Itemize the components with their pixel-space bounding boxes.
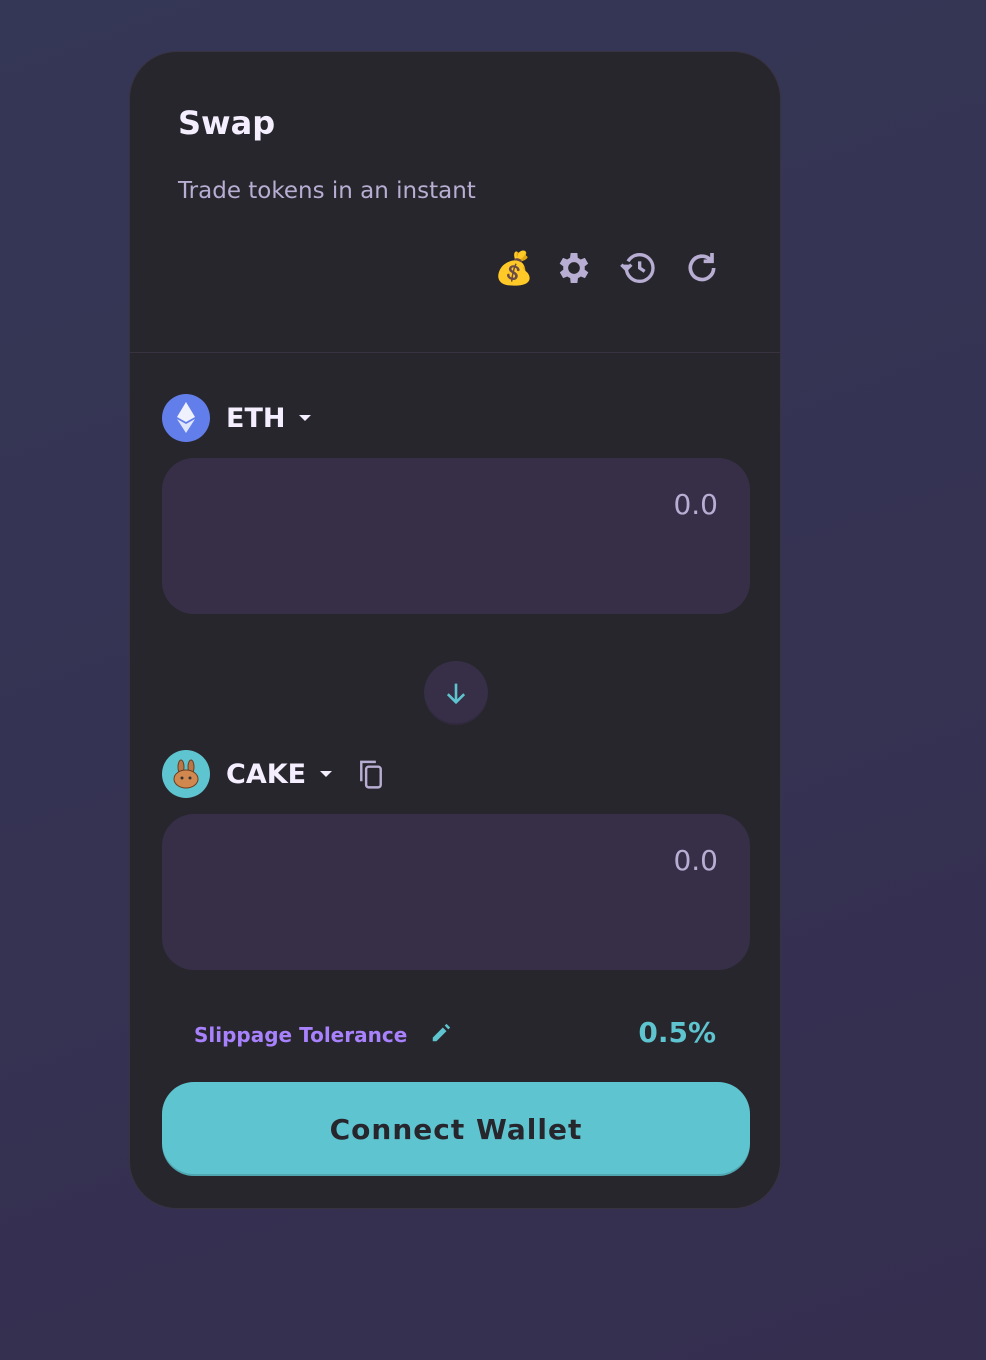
page-title: Swap	[178, 104, 276, 142]
pencil-icon	[432, 1023, 451, 1042]
arrow-down-icon	[446, 683, 466, 705]
chevron-down-icon	[299, 415, 312, 421]
switch-direction-button[interactable]	[424, 661, 488, 725]
refresh-icon[interactable]	[682, 248, 722, 288]
from-amount-input[interactable]: 0.0	[162, 458, 750, 614]
to-amount-input[interactable]: 0.0	[162, 814, 750, 970]
from-token-symbol: ETH	[226, 402, 286, 434]
from-amount-placeholder: 0.0	[673, 488, 718, 521]
slippage-label: Slippage Tolerance	[194, 1023, 408, 1047]
swap-card: Swap Trade tokens in an instant 💰 ETH 0.…	[129, 51, 781, 1209]
from-token-select[interactable]: ETH	[162, 394, 312, 442]
slippage-value: 0.5%	[638, 1016, 716, 1049]
chevron-down-icon	[320, 771, 333, 777]
eth-logo-icon	[162, 394, 210, 442]
copy-icon[interactable]	[356, 757, 386, 791]
cake-logo-icon	[162, 750, 210, 798]
page-subtitle: Trade tokens in an instant	[178, 178, 476, 204]
to-token-symbol: CAKE	[226, 758, 307, 790]
to-amount-placeholder: 0.0	[673, 844, 718, 877]
slippage-tolerance-button[interactable]: Slippage Tolerance	[194, 1022, 452, 1047]
gear-icon[interactable]	[554, 248, 594, 288]
connect-wallet-button[interactable]: Connect Wallet	[162, 1082, 750, 1176]
to-token-select[interactable]: CAKE	[162, 750, 386, 798]
divider	[130, 352, 780, 353]
money-bag-icon[interactable]: 💰	[494, 248, 534, 288]
history-icon[interactable]	[618, 248, 658, 288]
